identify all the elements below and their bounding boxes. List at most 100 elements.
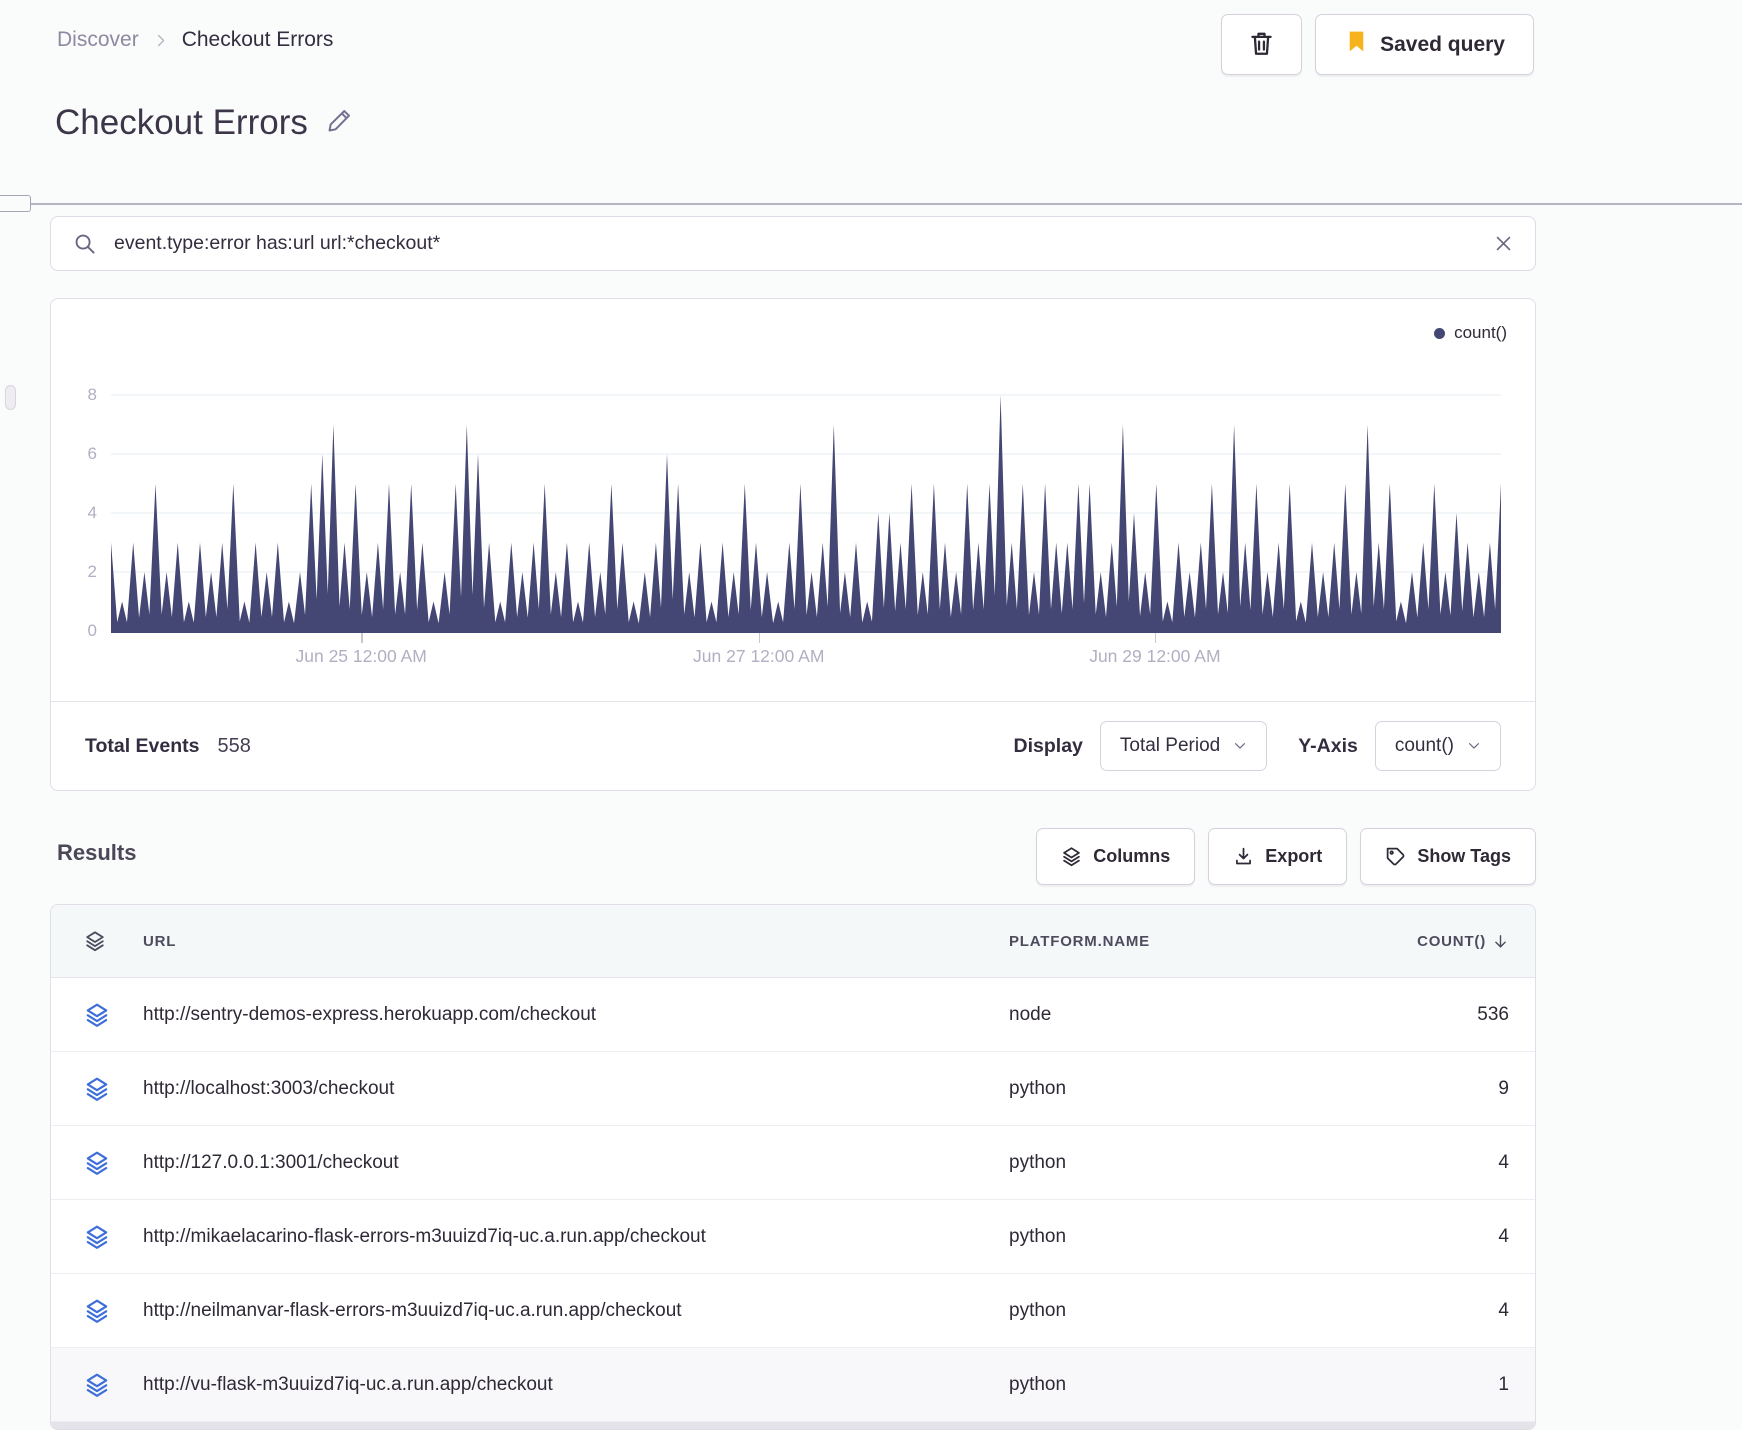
event-volume-chart[interactable] — [104, 379, 1508, 637]
column-header-url[interactable]: URL — [135, 933, 995, 950]
x-axis-tick-label: Jun 27 12:00 AM — [693, 646, 825, 666]
url-cell[interactable]: http://mikaelacarino-flask-errors-m3uuiz… — [135, 1226, 995, 1248]
table-row: http://mikaelacarino-flask-errors-m3uuiz… — [51, 1200, 1535, 1274]
download-icon — [1233, 846, 1254, 867]
x-axis-tick — [1154, 633, 1157, 643]
display-dropdown-value: Total Period — [1119, 735, 1221, 756]
discover-page: Discover Checkout Errors Saved query Che… — [0, 0, 1742, 1430]
table-row: http://127.0.0.1:3001/checkout python 4 — [51, 1126, 1535, 1200]
y-axis-tick-label: 8 — [87, 385, 97, 404]
export-button[interactable]: Export — [1208, 828, 1348, 885]
y-axis-label: Y-Axis — [1298, 734, 1358, 757]
tag-icon — [1385, 846, 1406, 867]
url-cell[interactable]: http://127.0.0.1:3001/checkout — [135, 1152, 995, 1174]
page-title-text: Checkout Errors — [55, 103, 308, 142]
columns-label: Columns — [1093, 846, 1171, 866]
platform-cell[interactable]: node — [995, 1004, 1335, 1026]
display-label: Display — [1013, 734, 1083, 757]
delete-query-button[interactable] — [1221, 14, 1303, 75]
y-axis-tick-label: 0 — [87, 621, 97, 640]
page-title: Checkout Errors — [55, 103, 354, 143]
platform-cell[interactable]: python — [995, 1152, 1335, 1174]
edit-pencil-icon[interactable] — [326, 103, 354, 143]
export-label: Export — [1265, 846, 1323, 866]
header-divider — [0, 203, 1742, 205]
side-scroll-pill — [5, 385, 16, 410]
count-header-label: COUNT() — [1417, 932, 1486, 950]
chart-plot-area[interactable] — [104, 379, 1508, 637]
count-cell[interactable]: 9 — [1335, 1078, 1535, 1100]
total-events-label: Total Events — [85, 734, 200, 757]
table-bottom-strip — [51, 1422, 1535, 1429]
stack-icon — [1061, 846, 1082, 867]
sidebar-collapse-handle[interactable] — [0, 195, 31, 212]
table-row: http://vu-flask-m3uuizd7iq-uc.a.run.app/… — [51, 1348, 1535, 1422]
chart-footer: Total Events 558 Display Total Period Y-… — [51, 701, 1535, 790]
stack-icon[interactable] — [51, 1076, 135, 1102]
chevron-right-icon — [153, 33, 168, 48]
stack-icon[interactable] — [51, 1150, 135, 1176]
table-header-row: URL PLATFORM.NAME COUNT() — [51, 905, 1535, 978]
total-events-value: 558 — [217, 734, 251, 757]
stack-icon[interactable] — [51, 1298, 135, 1324]
legend-dot — [1434, 327, 1446, 339]
chevron-down-icon — [1233, 739, 1247, 753]
breadcrumb-current: Checkout Errors — [181, 28, 334, 51]
platform-cell[interactable]: python — [995, 1226, 1335, 1248]
bookmark-icon — [1344, 29, 1369, 60]
stack-icon[interactable] — [51, 1002, 135, 1028]
results-heading: Results — [57, 840, 137, 865]
table-row: http://neilmanvar-flask-errors-m3uuizd7i… — [51, 1274, 1535, 1348]
breadcrumb: Discover Checkout Errors — [57, 28, 333, 52]
search-bar — [50, 216, 1536, 271]
column-header-platform[interactable]: PLATFORM.NAME — [995, 933, 1335, 950]
x-axis-tick — [361, 633, 363, 643]
saved-query-button[interactable]: Saved query — [1315, 14, 1534, 75]
count-cell[interactable]: 536 — [1335, 1004, 1535, 1026]
x-axis-tick — [758, 633, 761, 643]
legend-label: count() — [1454, 323, 1507, 342]
stack-icon — [51, 930, 135, 952]
url-cell[interactable]: http://neilmanvar-flask-errors-m3uuizd7i… — [135, 1300, 995, 1322]
header-actions: Saved query — [1221, 14, 1534, 75]
columns-button[interactable]: Columns — [1036, 828, 1196, 885]
column-header-count[interactable]: COUNT() — [1335, 933, 1535, 950]
chart-legend[interactable]: count() — [1434, 323, 1507, 343]
table-body: http://sentry-demos-express.herokuapp.co… — [51, 978, 1535, 1422]
y-axis-dropdown-value: count() — [1394, 735, 1454, 756]
url-cell[interactable]: http://vu-flask-m3uuizd7iq-uc.a.run.app/… — [135, 1374, 995, 1396]
count-cell[interactable]: 1 — [1335, 1374, 1535, 1396]
y-axis-tick-label: 6 — [87, 444, 97, 463]
stack-icon[interactable] — [51, 1372, 135, 1398]
y-axis-dropdown[interactable]: count() — [1374, 721, 1501, 771]
search-icon — [73, 232, 96, 255]
count-cell[interactable]: 4 — [1335, 1300, 1535, 1322]
breadcrumb-discover[interactable]: Discover — [57, 28, 139, 52]
count-cell[interactable]: 4 — [1335, 1152, 1535, 1174]
results-table: URL PLATFORM.NAME COUNT() http://sentry-… — [50, 904, 1536, 1430]
y-axis-tick-label: 4 — [87, 503, 97, 522]
y-axis-tick-label: 2 — [87, 562, 97, 581]
url-cell[interactable]: http://sentry-demos-express.herokuapp.co… — [135, 1004, 995, 1026]
show-tags-button[interactable]: Show Tags — [1360, 828, 1536, 885]
results-actions: Columns Export Show Tags — [1036, 828, 1536, 885]
show-tags-label: Show Tags — [1417, 846, 1511, 866]
search-input[interactable] — [112, 231, 1494, 256]
saved-query-label: Saved query — [1380, 32, 1505, 56]
x-axis-tick-label: Jun 25 12:00 AM — [295, 646, 427, 666]
platform-cell[interactable]: python — [995, 1078, 1335, 1100]
table-row: http://sentry-demos-express.herokuapp.co… — [51, 978, 1535, 1052]
count-cell[interactable]: 4 — [1335, 1226, 1535, 1248]
stack-icon[interactable] — [51, 1224, 135, 1250]
platform-cell[interactable]: python — [995, 1374, 1335, 1396]
display-dropdown[interactable]: Total Period — [1099, 721, 1268, 771]
trash-icon — [1247, 29, 1276, 61]
x-axis-tick-label: Jun 29 12:00 AM — [1089, 646, 1221, 666]
chevron-down-icon — [1467, 739, 1481, 753]
sort-desc-arrow-icon — [1492, 933, 1509, 950]
clear-search-icon[interactable] — [1494, 234, 1513, 253]
url-cell[interactable]: http://localhost:3003/checkout — [135, 1078, 995, 1100]
platform-cell[interactable]: python — [995, 1300, 1335, 1322]
chart-card: count() Total Events 558 Display Total P… — [50, 298, 1536, 791]
table-row: http://localhost:3003/checkout python 9 — [51, 1052, 1535, 1126]
